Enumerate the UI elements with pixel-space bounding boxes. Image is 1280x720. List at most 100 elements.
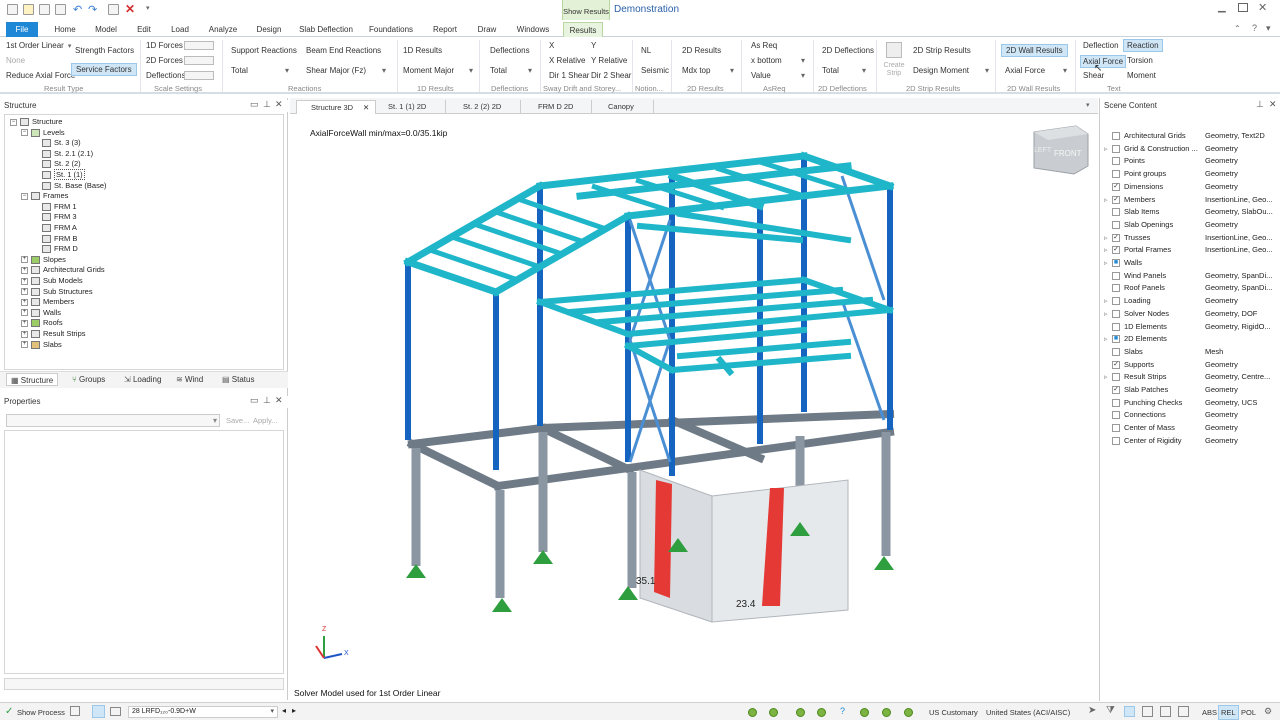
- new-icon[interactable]: [7, 4, 18, 15]
- abs-toggle[interactable]: ABS: [1202, 708, 1217, 717]
- x-relative-button[interactable]: X Relative: [549, 56, 585, 65]
- y-relative-button[interactable]: Y Relative: [591, 56, 627, 65]
- info-icon[interactable]: ?: [840, 706, 845, 716]
- scene-row[interactable]: Roof Panels Geometry, SpanDi...: [1104, 282, 1274, 294]
- reactions-total-select[interactable]: Total ▾: [231, 66, 289, 75]
- tree-node-slopes[interactable]: + Slopes: [21, 255, 66, 265]
- options-icon[interactable]: ▾: [1266, 23, 1271, 34]
- tab-groups[interactable]: ⑂ Groups: [72, 373, 105, 386]
- scene-expand-icon[interactable]: ▹: [1104, 233, 1112, 245]
- close-icon[interactable]: ✕: [363, 101, 369, 115]
- restore-icon[interactable]: ▭: [250, 395, 259, 406]
- scene-checkbox[interactable]: [1112, 297, 1120, 306]
- dir1-shear-button[interactable]: Dir 1 Shear: [549, 71, 589, 80]
- load-case-icon[interactable]: [92, 705, 105, 718]
- scene-row[interactable]: Slabs Mesh: [1104, 346, 1274, 358]
- drift-x-button[interactable]: X: [549, 41, 554, 50]
- tree-expander-icon[interactable]: +: [21, 256, 28, 264]
- polar-icon[interactable]: [1178, 706, 1189, 717]
- units-select[interactable]: US Customary: [929, 708, 978, 717]
- shear-major-select[interactable]: Shear Major (Fz) ▾: [306, 66, 386, 75]
- moment-major-select[interactable]: Moment Major ▾: [403, 66, 473, 75]
- tab-model[interactable]: Model: [92, 22, 120, 37]
- view-cube-left-label[interactable]: LEFT: [1034, 147, 1051, 154]
- snap-icon[interactable]: [1124, 706, 1135, 717]
- save-as-icon[interactable]: [55, 4, 66, 15]
- scene-expand-icon[interactable]: ▹: [1104, 296, 1112, 308]
- pin-icon[interactable]: ⊥: [263, 99, 271, 110]
- tree-node-arch-grids[interactable]: + Architectural Grids: [21, 265, 105, 275]
- scene-checkbox[interactable]: ✓: [1112, 233, 1120, 242]
- deflections-slider[interactable]: [184, 71, 214, 80]
- close-icon[interactable]: ✕: [275, 99, 283, 110]
- tab-canopy[interactable]: Canopy: [594, 100, 654, 114]
- scene-checkbox[interactable]: ✓: [1112, 182, 1120, 191]
- tree-node-result-strips[interactable]: + Result Strips: [21, 329, 86, 339]
- previous-icon[interactable]: ◂: [282, 706, 286, 715]
- tree-expander-icon[interactable]: −: [21, 129, 28, 137]
- scene-checkbox[interactable]: [1112, 411, 1120, 420]
- pointer-icon[interactable]: ➤: [1088, 705, 1096, 716]
- tree-node-frmb[interactable]: ⊞FRM B: [32, 234, 77, 244]
- strip-results-button[interactable]: 2D Strip Results: [913, 46, 971, 55]
- next-icon[interactable]: ▸: [292, 706, 296, 715]
- delete-icon[interactable]: ✕: [125, 2, 135, 16]
- tree-node-root[interactable]: − Structure: [10, 117, 62, 127]
- tree-expander-icon[interactable]: +: [21, 298, 28, 306]
- tab-windows[interactable]: Windows: [514, 22, 552, 37]
- scene-expand-icon[interactable]: ▹: [1104, 372, 1112, 384]
- scene-row[interactable]: 1D Elements Geometry, RigidO...: [1104, 321, 1274, 333]
- scene-checkbox[interactable]: ✓: [1112, 386, 1120, 395]
- scene-checkbox[interactable]: [1112, 347, 1120, 356]
- tab-results[interactable]: Results: [563, 22, 603, 37]
- create-strip-icon[interactable]: [886, 42, 902, 58]
- settings-icon[interactable]: ⚙: [1264, 706, 1272, 717]
- nl-button[interactable]: NL: [641, 46, 651, 55]
- scene-checkbox[interactable]: [1112, 132, 1120, 141]
- tab-foundations[interactable]: Foundations: [368, 22, 414, 37]
- scene-row[interactable]: Center of Mass Geometry: [1104, 422, 1274, 434]
- tree-node-frm1[interactable]: ⊞FRM 1: [32, 202, 77, 212]
- tab-load[interactable]: Load: [168, 22, 192, 37]
- pol-toggle[interactable]: POL: [1241, 708, 1256, 717]
- scene-row[interactable]: Punching Checks Geometry, UCS: [1104, 397, 1274, 409]
- scene-row[interactable]: ▹ Result Strips Geometry, Centre...: [1104, 371, 1274, 383]
- close-icon[interactable]: ✕: [1269, 99, 1277, 110]
- none-select[interactable]: None: [6, 56, 25, 65]
- show-process-button[interactable]: Show Process: [17, 708, 65, 717]
- x-bottom-select[interactable]: x bottom ▾: [751, 56, 805, 65]
- tree-expander-icon[interactable]: +: [21, 330, 28, 338]
- scene-expand-icon[interactable]: ▹: [1104, 309, 1112, 321]
- tree-expander-icon[interactable]: +: [21, 277, 28, 285]
- close-icon[interactable]: ✕: [275, 395, 283, 406]
- reduce-axial-force-toggle[interactable]: Reduce Axial Force: [6, 71, 75, 80]
- rel-toggle[interactable]: REL: [1218, 705, 1239, 720]
- deflection-text-button[interactable]: Deflection: [1083, 41, 1119, 50]
- tab-wind[interactable]: ≋ Wind: [176, 373, 203, 386]
- tree-node-st1[interactable]: ⊞St. 1 (1): [32, 169, 85, 180]
- tree-expander-icon[interactable]: +: [21, 288, 28, 296]
- scene-checkbox[interactable]: [1112, 424, 1120, 433]
- minimize-icon[interactable]: ▁: [1218, 2, 1226, 13]
- scene-row[interactable]: Point groups Geometry: [1104, 168, 1274, 180]
- create-strip-button[interactable]: Create Strip: [882, 62, 906, 78]
- scene-row[interactable]: ▹ ✓ Trusses InsertionLine, Geo...: [1104, 232, 1274, 244]
- undo-icon[interactable]: ↶: [73, 3, 82, 16]
- moment-text-button[interactable]: Moment: [1127, 71, 1156, 80]
- tree-expander-icon[interactable]: −: [21, 192, 28, 200]
- scene-row[interactable]: ✓ Supports Geometry: [1104, 359, 1274, 371]
- tree-expander-icon[interactable]: +: [21, 309, 28, 317]
- wall-results-button[interactable]: 2D Wall Results: [1001, 44, 1068, 57]
- tree-node-st3[interactable]: ⊞St. 3 (3): [32, 138, 81, 148]
- scene-checkbox[interactable]: [1112, 309, 1120, 318]
- combination-select[interactable]: 28 LRFD₁₂₀-0.9D+W ▾: [128, 706, 278, 718]
- scene-checkbox[interactable]: [1112, 144, 1120, 153]
- save-icon[interactable]: [39, 4, 50, 15]
- design-code-select[interactable]: United States (ACI/AISC): [986, 708, 1070, 717]
- properties-save-button[interactable]: Save...: [226, 416, 249, 425]
- strength-factors-button[interactable]: Strength Factors: [75, 46, 134, 55]
- tab-structure-3d[interactable]: Structure 3D ✕: [296, 100, 376, 114]
- pin-icon[interactable]: ⊥: [1256, 99, 1264, 110]
- analysis-type-select[interactable]: 1st Order Linear: [6, 41, 71, 50]
- tree-node-frm3[interactable]: ⊞FRM 3: [32, 212, 77, 222]
